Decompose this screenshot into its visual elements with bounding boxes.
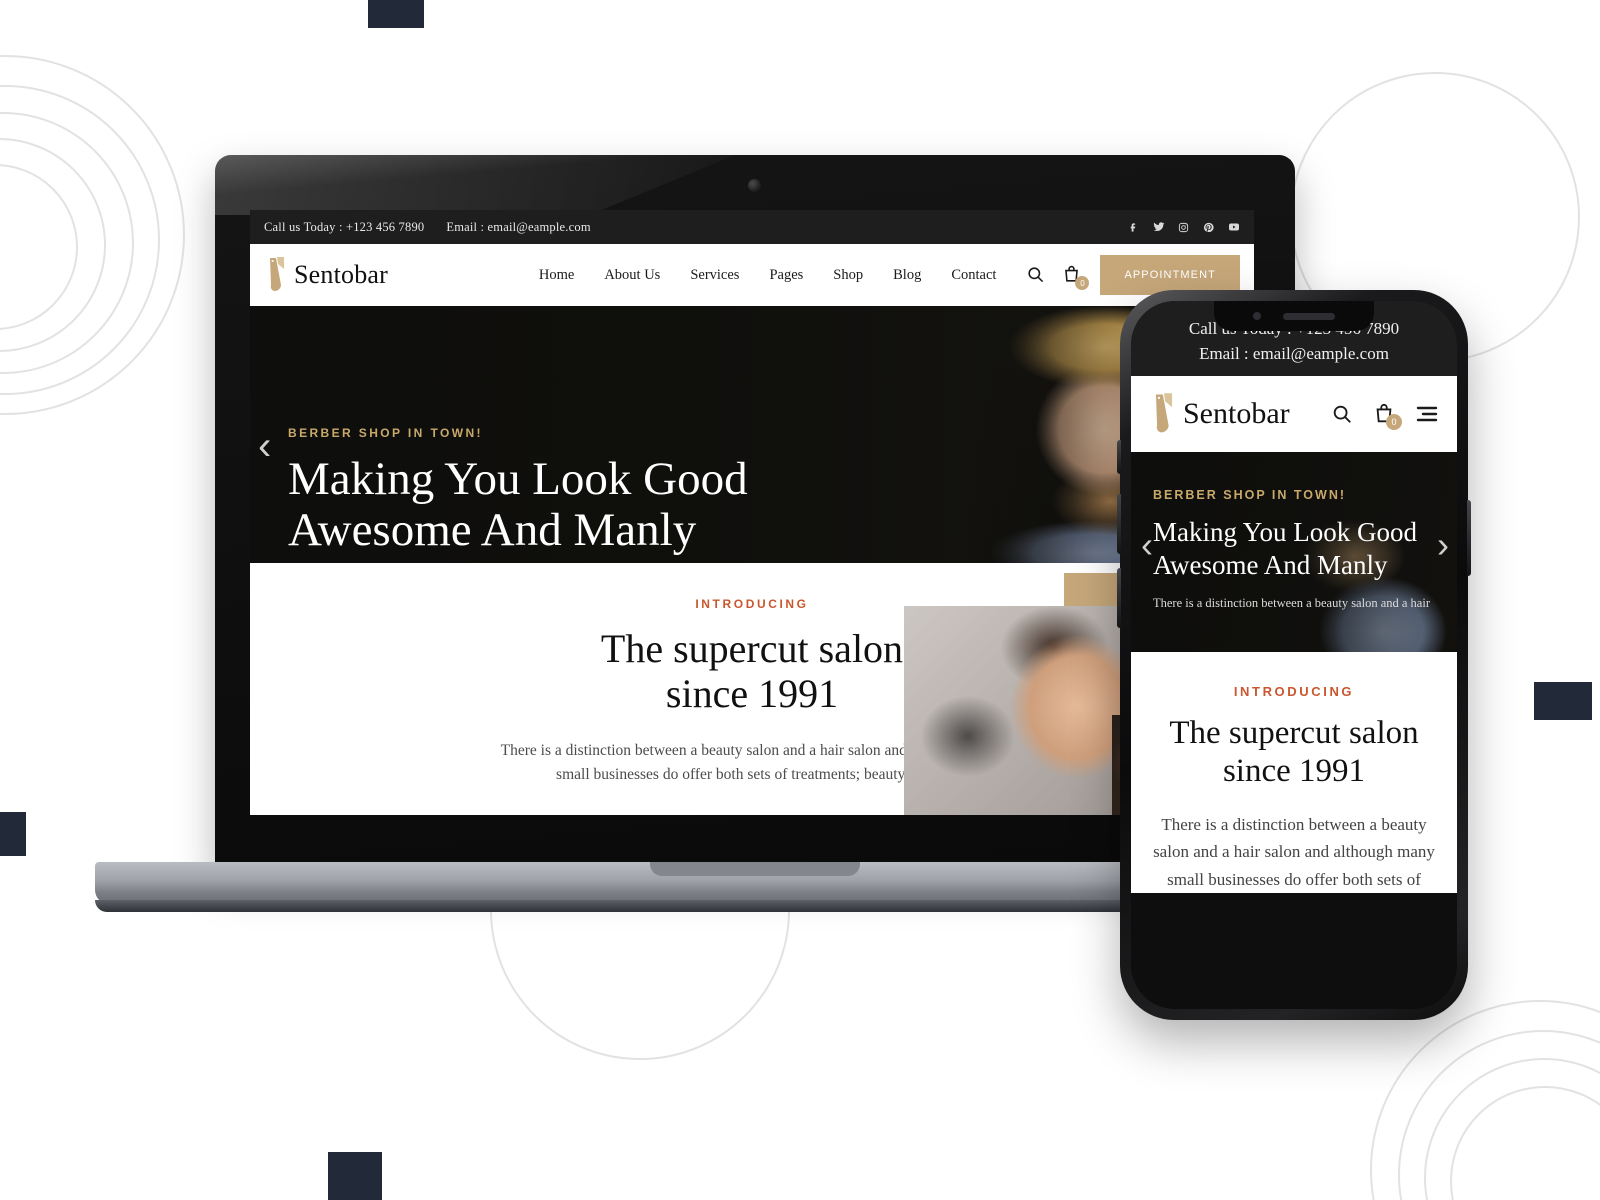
phone-screen: Call us Today : +123 456 7890 Email : em…	[1131, 301, 1457, 1009]
nav-item-contact[interactable]: Contact	[951, 267, 996, 284]
cart-icon[interactable]: 0	[1373, 403, 1402, 431]
laptop-screen: Call us Today : +123 456 7890 Email : em…	[250, 210, 1254, 815]
hero-title-line2: Awesome And Manly	[288, 503, 697, 556]
topbar-social-links	[1127, 221, 1240, 234]
intro-section: INTRODUCING The supercut salon since 199…	[250, 563, 1254, 815]
phone-intro-body: There is a distinction between a beauty …	[1153, 814, 1435, 889]
phone-brand-logo[interactable]: Sentobar	[1149, 391, 1290, 437]
phone-hero-subtitle: There is a distinction between a beauty …	[1153, 596, 1430, 611]
cart-count-badge: 0	[1386, 414, 1402, 431]
topbar-email: Email : email@eample.com	[446, 219, 591, 234]
facebook-icon[interactable]	[1127, 221, 1140, 234]
phone-mockup: Call us Today : +123 456 7890 Email : em…	[1117, 290, 1471, 1020]
hero-kicker: BERBER SHOP IN TOWN!	[288, 426, 483, 440]
search-icon[interactable]	[1026, 265, 1046, 285]
phone-hero-content: BERBER SHOP IN TOWN! Making You Look Goo…	[1153, 488, 1439, 611]
phone-hero-title-line2: Awesome And Manly	[1153, 550, 1388, 581]
razor-icon	[270, 257, 284, 291]
instagram-icon[interactable]	[1177, 221, 1190, 234]
intro-title-line2: since 1991	[665, 670, 839, 716]
hero-title-line1: Making You Look Good	[288, 453, 748, 505]
phone-topbar-email: Email : email@eample.com	[1199, 343, 1389, 363]
phone-intro-kicker: INTRODUCING	[1233, 684, 1355, 700]
decor-square-left	[0, 812, 26, 856]
phone-hero-title-line1: Making You Look Good	[1153, 517, 1418, 548]
phone-hero-kicker: BERBER SHOP IN TOWN!	[1153, 488, 1347, 503]
phone-hero-title: Making You Look Good Awesome And Manly	[1153, 516, 1439, 582]
nav-tools: 0	[1026, 265, 1090, 290]
phone-intro-title-line1: The supercut salon	[1169, 715, 1419, 752]
cart-icon[interactable]: 0	[1062, 265, 1090, 290]
laptop-screen-glare	[215, 155, 735, 215]
hero-content: BERBER SHOP IN TOWN! Making You Look Goo…	[288, 426, 748, 556]
hero-prev-arrow[interactable]: ‹	[258, 426, 271, 466]
decor-square-right	[1534, 682, 1592, 720]
decor-square-bottom	[328, 1152, 382, 1200]
nav-item-pages[interactable]: Pages	[769, 267, 803, 284]
hamburger-icon[interactable]	[1415, 403, 1439, 425]
phone-notch	[1214, 301, 1374, 331]
phone-intro-section: INTRODUCING The supercut salon since 199…	[1131, 652, 1457, 894]
nav-item-blog[interactable]: Blog	[893, 267, 921, 284]
nav-item-about-us[interactable]: About Us	[604, 267, 660, 284]
razor-icon	[1155, 393, 1173, 433]
cart-count-badge: 0	[1075, 276, 1090, 290]
phone-hero-prev-arrow[interactable]: ‹	[1141, 524, 1153, 566]
search-icon[interactable]	[1331, 403, 1353, 425]
phone-navbar: Sentobar 0	[1131, 376, 1457, 453]
phone-earpiece-speaker	[1283, 312, 1335, 320]
hero-title: Making You Look Good Awesome And Manly	[288, 454, 748, 556]
phone-nav-tools: 0	[1331, 403, 1439, 431]
intro-title-line1: The supercut salon	[600, 626, 904, 671]
phone-volume-up-button[interactable]	[1117, 494, 1121, 554]
phone-intro-title-line2: since 1991	[1222, 752, 1366, 789]
laptop-webcam	[748, 179, 761, 192]
twitter-icon[interactable]	[1152, 221, 1165, 234]
decor-square-top	[368, 0, 424, 28]
topbar-phone: Call us Today : +123 456 7890	[264, 219, 425, 234]
brand-name: Sentobar	[294, 260, 389, 289]
nav-item-shop[interactable]: Shop	[833, 267, 863, 284]
brand-logo[interactable]: Sentobar	[264, 255, 388, 295]
phone-brand-name: Sentobar	[1183, 397, 1290, 431]
site-navbar: Sentobar Home About Us Services Pages Sh…	[250, 244, 1254, 306]
phone-hero-section: ‹ › BERBER SHOP IN TOWN! Making You Look…	[1131, 452, 1457, 653]
hero-section: ‹ › BERBER SHOP IN TOWN! Making You Look…	[250, 306, 1254, 563]
pinterest-icon[interactable]	[1202, 221, 1215, 234]
phone-mute-switch[interactable]	[1117, 440, 1121, 474]
page-root: Call us Today : +123 456 7890 Email : em…	[0, 0, 1600, 1200]
main-nav: Home About Us Services Pages Shop Blog C…	[539, 267, 997, 284]
site-topbar: Call us Today : +123 456 7890 Email : em…	[250, 210, 1254, 244]
nav-item-home[interactable]: Home	[539, 267, 574, 284]
nav-item-services[interactable]: Services	[690, 267, 739, 284]
phone-front-camera	[1253, 312, 1261, 320]
phone-volume-down-button[interactable]	[1117, 568, 1121, 628]
phone-intro-title: The supercut salon since 1991	[1153, 715, 1435, 790]
appointment-button[interactable]: APPOINTMENT	[1100, 255, 1240, 295]
phone-frame: Call us Today : +123 456 7890 Email : em…	[1117, 290, 1471, 1020]
phone-power-button[interactable]	[1467, 500, 1471, 576]
youtube-icon[interactable]	[1227, 221, 1240, 234]
